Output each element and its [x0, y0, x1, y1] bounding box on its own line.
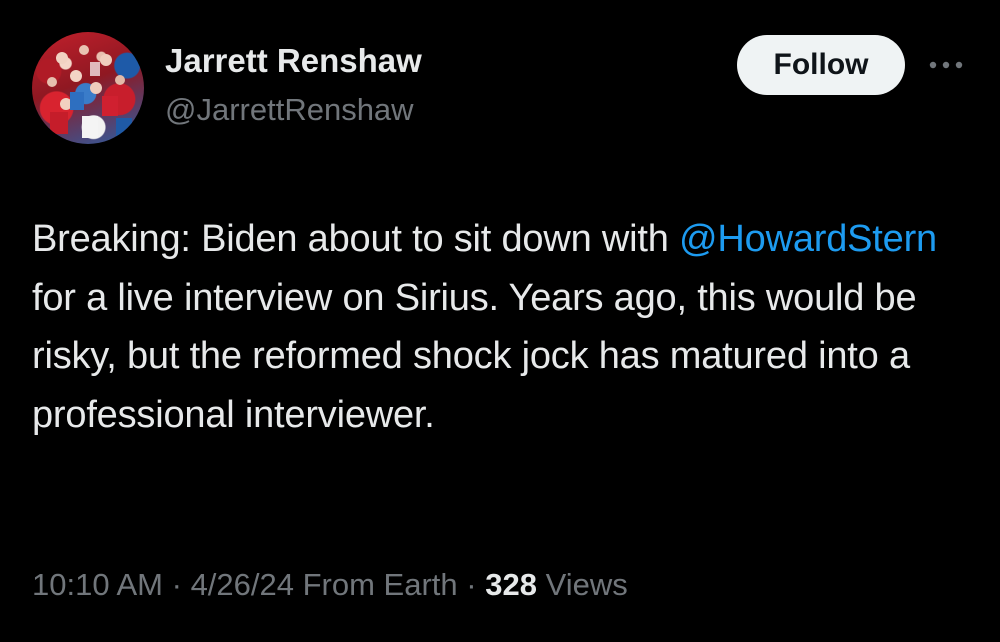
more-button[interactable] [924, 53, 968, 77]
tweet-text: Breaking: Biden about to sit down with @… [32, 210, 972, 444]
avatar[interactable] [32, 32, 144, 144]
mention-link[interactable]: @HowardStern [679, 218, 937, 260]
tweet-text-part: for a live interview on Sirius. Years ag… [32, 276, 917, 436]
tweet-text-part: Breaking: Biden about to sit down with [32, 218, 669, 260]
views-count: 328 [485, 567, 537, 602]
tweet-source: From Earth [302, 567, 458, 602]
author-display-name[interactable]: Jarrett Renshaw [165, 42, 422, 80]
tweet-meta: 10:10 AM · 4/26/24 From Earth · 328 View… [32, 567, 628, 603]
tweet: Jarrett Renshaw @JarrettRenshaw Follow B… [0, 0, 1000, 642]
tweet-date[interactable]: 4/26/24 [191, 567, 294, 602]
more-dots-icon [929, 61, 963, 69]
tweet-time[interactable]: 10:10 AM [32, 567, 163, 602]
separator: · [466, 567, 477, 602]
follow-button[interactable]: Follow [737, 35, 905, 95]
profile-photo-icon [47, 45, 132, 138]
author-handle[interactable]: @JarrettRenshaw [165, 92, 414, 128]
separator: · [171, 567, 182, 602]
views-label: Views [545, 567, 628, 602]
